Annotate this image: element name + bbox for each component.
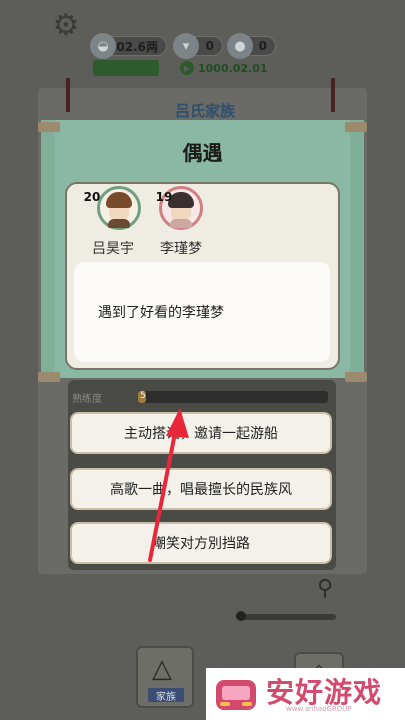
choice-button-mock[interactable]: 嘲笑对方別挡路: [70, 522, 332, 564]
resource-a-value: 0: [205, 39, 214, 53]
resource-b-counter: ● 0: [227, 33, 276, 59]
play-icon[interactable]: ▶: [180, 61, 194, 75]
rod-cap-top-left: [38, 122, 60, 132]
age-badge-2: 19: [155, 190, 173, 204]
skill-label: 熟练度: [72, 394, 102, 405]
person-name-2: 李瑾梦: [160, 241, 202, 257]
family-nav-button[interactable]: △ 家族: [136, 646, 194, 708]
silver-ingot-icon: ◒: [90, 33, 116, 59]
avatar-hair: [106, 192, 132, 208]
top-bar: ⚙ ◒ 202.6两 ▾ 0 ● 0 ▶ 1000.02.01: [0, 0, 405, 90]
map-slider[interactable]: [236, 611, 336, 621]
lantern-icon: ●: [227, 33, 253, 59]
avatar-body: [170, 219, 192, 228]
boat-icon: ▾: [173, 33, 199, 59]
choice-button-sing[interactable]: 高歌一曲，唱最擅长的民族风: [70, 468, 332, 510]
choice-button-chat[interactable]: 主动搭话，邀请一起游船: [70, 412, 332, 454]
message-text: 遇到了好看的李瑾梦: [98, 305, 224, 321]
age-badge-1: 20: [83, 190, 101, 204]
rod-cap-top-right: [345, 122, 367, 132]
scroll-rod-left: [66, 78, 70, 112]
game-timer[interactable]: ▶ 1000.02.01: [180, 60, 268, 76]
skill-progress-bar: [138, 391, 328, 403]
resource-b-value: 0: [258, 39, 267, 53]
network-icon: △: [152, 654, 172, 684]
scroll-rod-right: [331, 78, 335, 112]
gamepad-logo-icon: [216, 680, 256, 710]
house-title: 吕氏家族: [174, 102, 235, 120]
money-counter: ◒ 202.6两: [90, 33, 167, 59]
rod-cap-bottom-right: [345, 372, 367, 382]
family-nav-label: 家族: [148, 688, 184, 703]
watermark-url: www.anhaoGROUP: [286, 705, 352, 713]
gear-icon[interactable]: ⚙: [50, 10, 82, 42]
map-pin-icon[interactable]: ⚲: [314, 576, 336, 606]
person-name-1: 吕昊宇: [92, 241, 134, 257]
modal-title: 偶遇: [182, 141, 223, 165]
rod-cap-bottom-left: [38, 372, 60, 382]
slider-knob[interactable]: [236, 611, 246, 621]
avatar-body: [108, 219, 130, 228]
timer-value: 1000.02.01: [198, 61, 268, 75]
avatar-lv-haoyu: [97, 186, 141, 230]
skill-value: 5: [140, 391, 146, 401]
resource-a-counter: ▾ 0: [173, 33, 223, 59]
status-bar: [93, 60, 159, 76]
skill-row: 熟练度 5: [70, 388, 330, 406]
